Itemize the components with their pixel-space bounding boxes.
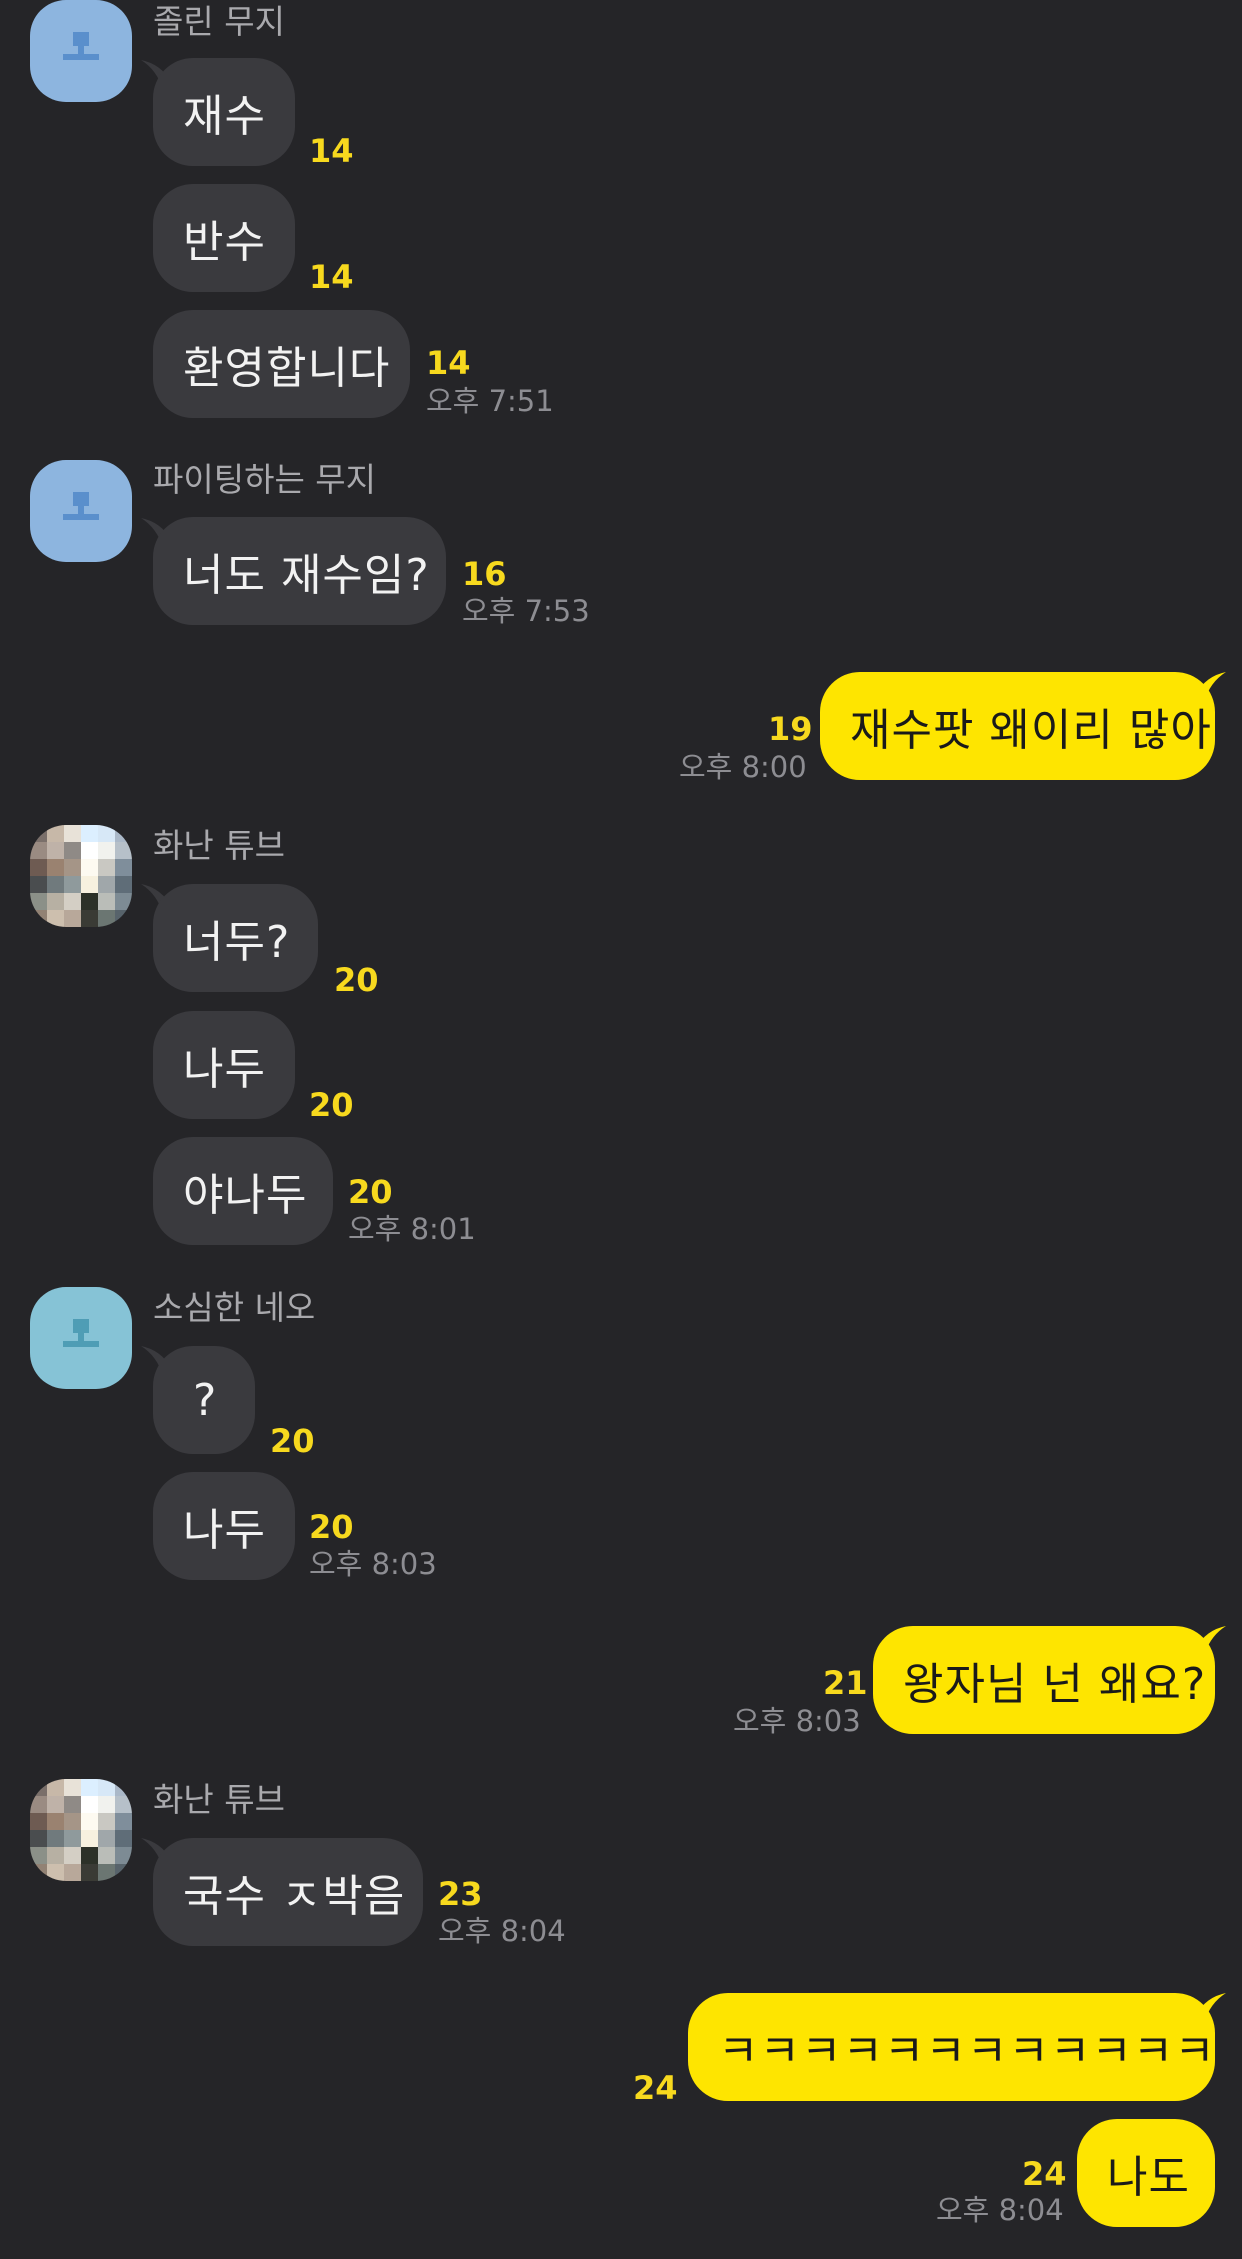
my-message-bubble[interactable]: ㅋㅋㅋㅋㅋㅋㅋㅋㅋㅋㅋㅋ [688,1993,1215,2101]
bubble-tail [1196,672,1226,702]
message-bubble[interactable]: 너두? [153,884,318,992]
profile-avatar-icon[interactable] [30,460,132,562]
my-message-bubble[interactable]: 재수팟 왜이리 많아 [820,672,1215,780]
message-time: 오후 7:51 [426,384,554,418]
message-bubble[interactable]: 나두 [153,1472,295,1580]
message-bubble[interactable]: 나두 [153,1011,295,1119]
message-bubble[interactable]: 국수 ㅈ박음 [153,1838,423,1946]
unread-count: 21 [823,1664,868,1702]
profile-avatar-photo[interactable] [30,825,132,927]
unread-count: 14 [309,132,354,170]
profile-avatar-icon[interactable] [30,0,132,102]
profile-avatar-icon[interactable] [30,1287,132,1389]
message-time: 오후 8:00 [679,750,807,784]
unread-count: 23 [438,1875,483,1913]
default-profile-icon [63,1319,99,1347]
chat-message-list[interactable]: 졸린 무지 재수 14 반수 14 환영합니다 14 오후 7:51 파이팅하는… [0,0,1242,2259]
sender-name: 파이팅하는 무지 [153,460,377,499]
sender-name: 소심한 네오 [153,1288,316,1327]
message-bubble[interactable]: 재수 [153,58,295,166]
default-profile-icon [63,32,99,60]
default-profile-icon [63,492,99,520]
unread-count: 24 [633,2069,678,2107]
message-bubble[interactable]: 환영합니다 [153,310,410,418]
sender-name: 졸린 무지 [153,2,285,41]
my-message-bubble[interactable]: 나도 [1077,2119,1215,2227]
unread-count: 14 [309,258,354,296]
bubble-tail [1196,1626,1226,1656]
unread-count: 20 [309,1086,354,1124]
message-time: 오후 8:04 [936,2193,1064,2227]
unread-count: 20 [270,1422,315,1460]
unread-count: 16 [462,555,507,593]
sender-name: 화난 튜브 [153,1780,285,1819]
unread-count: 19 [768,710,813,748]
message-time: 오후 8:01 [348,1212,476,1246]
message-time: 오후 8:04 [438,1914,566,1948]
my-message-bubble[interactable]: 왕자님 넌 왜요? [873,1626,1215,1734]
message-bubble[interactable]: 너도 재수임? [153,517,446,625]
unread-count: 14 [426,344,471,382]
message-bubble[interactable]: 반수 [153,184,295,292]
profile-avatar-photo[interactable] [30,1779,132,1881]
unread-count: 20 [348,1173,393,1211]
unread-count: 20 [334,961,379,999]
message-bubble[interactable]: 야나두 [153,1137,333,1245]
sender-name: 화난 튜브 [153,826,285,865]
unread-count: 24 [1022,2155,1067,2193]
message-time: 오후 8:03 [733,1704,861,1738]
bubble-tail [1196,1993,1226,2023]
message-bubble[interactable]: ? [153,1346,255,1454]
message-time: 오후 8:03 [309,1547,437,1581]
unread-count: 20 [309,1508,354,1546]
message-time: 오후 7:53 [462,594,590,628]
